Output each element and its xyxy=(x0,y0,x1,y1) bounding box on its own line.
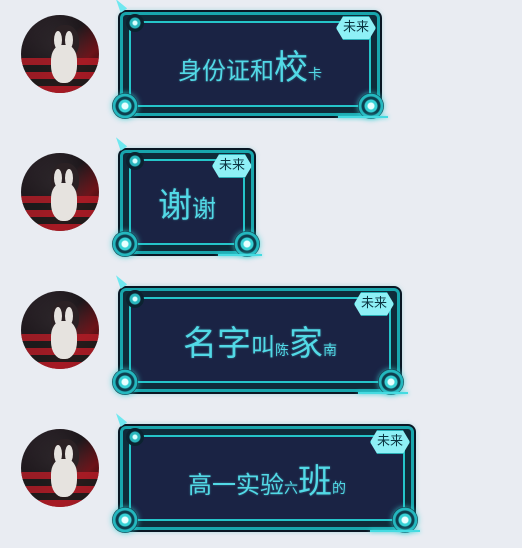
glow-line xyxy=(370,530,420,532)
orb-icon xyxy=(112,93,138,119)
message-text: 身份证和校卡 xyxy=(178,40,322,89)
avatar[interactable] xyxy=(21,429,99,507)
badge-hexagon: 未来 xyxy=(370,430,410,454)
message-text-part: 班 xyxy=(298,461,332,502)
badge-hexagon: 未来 xyxy=(212,154,252,178)
message-text-part: 陈 xyxy=(275,342,289,359)
message-bubble[interactable]: 谢谢 未来 xyxy=(108,138,266,266)
crystal-spike-icon xyxy=(113,135,128,151)
bubble-content: 名字叫陈家南 xyxy=(129,297,391,383)
orb-small-icon xyxy=(126,14,144,32)
message-text: 名字叫陈家南 xyxy=(183,316,337,365)
avatar[interactable] xyxy=(21,153,99,231)
bubble-frame: 高一实验六班的 xyxy=(120,426,414,530)
message-text: 高一实验六班的 xyxy=(188,454,346,503)
badge-hexagon: 未来 xyxy=(354,292,394,316)
message-bubble[interactable]: 身份证和校卡 未来 xyxy=(108,0,392,128)
chat-message: 名字叫陈家南 未来 xyxy=(0,276,522,406)
avatar-plush-bunny xyxy=(51,169,77,221)
bubble-content: 高一实验六班的 xyxy=(129,435,405,521)
avatar[interactable] xyxy=(21,291,99,369)
orb-icon xyxy=(112,231,138,257)
message-text-part: 南 xyxy=(323,342,337,359)
avatar-plush-bunny xyxy=(51,307,77,359)
bubble-content: 身份证和校卡 xyxy=(129,21,371,107)
message-text-part: 谢 xyxy=(158,185,192,226)
avatar-plush-bunny xyxy=(51,445,77,497)
message-text-part: 名字 xyxy=(183,323,251,364)
message-text-part: 谢 xyxy=(192,194,216,223)
message-text-part: 叫 xyxy=(251,332,275,361)
orb-small-icon xyxy=(126,152,144,170)
message-text-part: 身份证和 xyxy=(178,56,274,85)
avatar[interactable] xyxy=(21,15,99,93)
message-bubble[interactable]: 名字叫陈家南 未来 xyxy=(108,276,412,404)
orb-icon xyxy=(112,369,138,395)
crystal-spike-icon xyxy=(113,273,128,289)
crystal-spike-icon xyxy=(113,411,128,427)
message-text-part: 校 xyxy=(274,47,308,88)
message-text-part: 高一实验 xyxy=(188,470,284,499)
badge-hexagon: 未来 xyxy=(336,16,376,40)
chat-message: 谢谢 未来 xyxy=(0,138,522,268)
orb-icon xyxy=(112,507,138,533)
glow-line xyxy=(338,116,388,118)
message-text-part: 家 xyxy=(289,323,323,364)
chat-message: 高一实验六班的 未来 xyxy=(0,414,522,548)
chat-message: 身份证和校卡 未来 xyxy=(0,0,522,130)
orb-small-icon xyxy=(126,428,144,446)
message-text-part: 卡 xyxy=(308,66,322,83)
message-text-part: 六 xyxy=(284,480,298,497)
message-text: 谢谢 xyxy=(158,178,216,227)
message-bubble[interactable]: 高一实验六班的 未来 xyxy=(108,414,426,542)
orb-small-icon xyxy=(126,290,144,308)
glow-line xyxy=(218,254,262,256)
avatar-plush-bunny xyxy=(51,31,77,83)
glow-line xyxy=(358,392,408,394)
message-text-part: 的 xyxy=(332,480,346,497)
